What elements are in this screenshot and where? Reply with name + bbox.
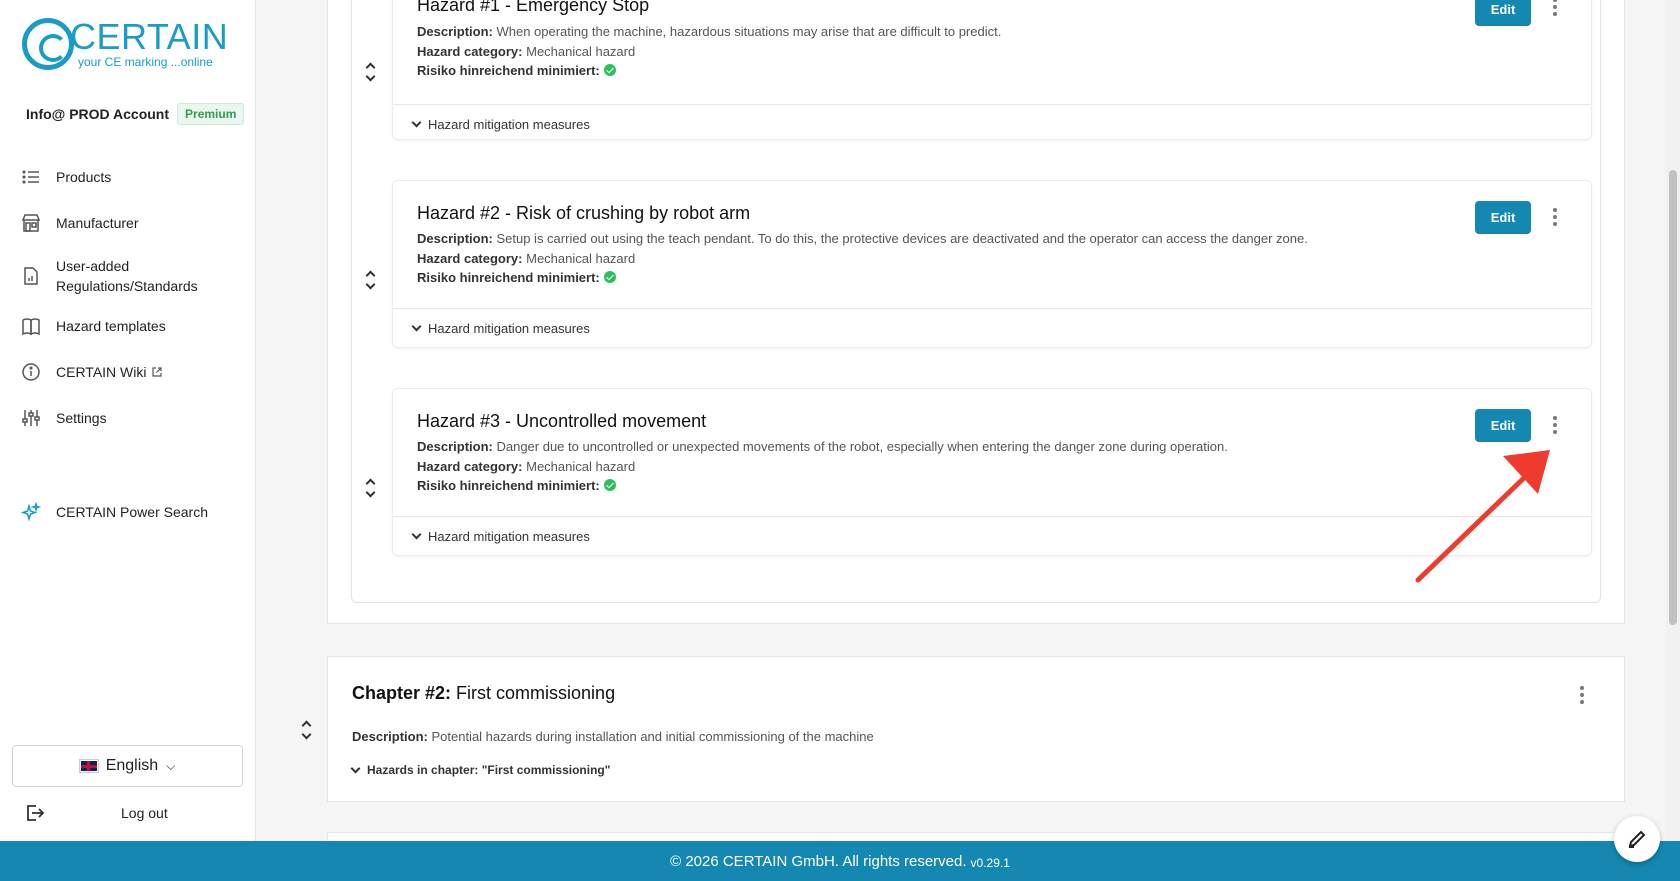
account-info: Info@ PROD Account Premium [26,103,245,125]
hazard-category: Hazard category: Mechanical hazard [417,459,636,474]
hazard-card-3: Hazard #3 - Uncontrolled movement Descri… [392,388,1592,556]
hazard-title: Hazard #2 - Risk of crushing by robot ar… [417,203,751,223]
feedback-button[interactable] [1614,816,1660,862]
hazard-title: Hazard #3 - Uncontrolled movement [417,411,707,431]
logout-button[interactable]: Log out [24,800,239,826]
mitigation-label: Hazard mitigation measures [428,320,590,336]
certain-logo-icon [22,18,74,70]
more-options-icon[interactable] [1549,205,1561,229]
list-icon [20,166,42,188]
sidebar-item-regulations[interactable]: User-added Regulations/Standards [20,256,240,296]
chevron-down-icon [350,763,361,773]
chapter-card-3 [327,832,1625,841]
edit-button[interactable]: Edit [1475,201,1531,234]
sidebar-item-label: CERTAIN Wiki [56,364,147,380]
app-version: v0.29.1 [970,855,1010,870]
chevron-down-icon [411,529,422,539]
hazard-mitigation-toggle[interactable]: Hazard mitigation measures [393,517,1591,555]
reorder-handle[interactable] [363,478,377,498]
hazard-mitigation-toggle[interactable]: Hazard mitigation measures [393,105,1591,143]
chevron-down-icon [411,117,422,127]
book-icon [20,315,42,337]
brand-tagline: your CE marking ...online [78,55,213,69]
hazard-mitigation-toggle[interactable]: Hazard mitigation measures [393,309,1591,347]
hazard-description: Description: When operating the machine,… [417,24,1002,39]
logout-icon [27,805,45,821]
sidebar-item-power-search[interactable]: CERTAIN Power Search [20,501,240,523]
hazard-category: Hazard category: Mechanical hazard [417,251,636,266]
hazard-description: Description: Danger due to uncontrolled … [417,439,1228,454]
plan-badge: Premium [177,103,245,125]
chapter-title: Chapter #2: First commissioning [352,683,616,703]
sliders-icon [20,407,42,429]
hazard-title: Hazard #1 - Emergency Stop [417,0,650,15]
hazard-card-1: Hazard #1 - Emergency Stop Description: … [392,0,1592,140]
mitigation-label: Hazard mitigation measures [428,116,590,132]
reorder-handle[interactable] [299,720,313,740]
sidebar-item-products[interactable]: Products [20,166,240,188]
uk-flag-icon [78,759,99,773]
sidebar-item-label: CERTAIN Power Search [56,504,208,520]
chapter-description: Description: Potential hazards during in… [352,729,874,744]
check-circle-icon [603,271,616,283]
edit-button[interactable]: Edit [1475,0,1531,26]
chapter-hazards-label: Hazards in chapter: "First commissioning… [367,763,611,777]
edit-button[interactable]: Edit [1475,409,1531,442]
check-circle-icon [603,64,616,76]
chevron-down-icon: ⌵ [166,758,176,773]
sidebar-item-wiki[interactable]: CERTAIN Wiki [20,361,240,383]
logout-label: Log out [121,805,168,821]
sidebar-item-label: Settings [56,410,107,426]
hazard-risk-status: Risiko hinreichend minimiert: [417,270,616,285]
document-chart-icon [20,265,42,287]
hazard-description: Description: Setup is carried out using … [417,231,1308,246]
more-options-icon[interactable] [1549,413,1561,437]
certain-logo[interactable]: CERTAIN your CE marking ...online [22,18,228,70]
page-scrollbar[interactable] [1666,0,1680,841]
hazard-risk-status: Risiko hinreichend minimiert: [417,63,616,78]
brand-name: CERTAIN [70,16,229,57]
chevron-down-icon [411,321,422,331]
sidebar-item-label: Products [56,169,112,185]
external-link-icon [152,367,163,377]
sidebar-item-label: User-added Regulations/Standards [56,258,198,294]
main-content: Hazard #1 - Emergency Stop Description: … [256,0,1666,841]
more-options-icon[interactable] [1576,683,1588,707]
sidebar: CERTAIN your CE marking ...online Info@ … [0,0,256,841]
store-icon [20,212,42,234]
mitigation-label: Hazard mitigation measures [428,528,590,544]
scrollbar-thumb[interactable] [1669,170,1677,625]
sidebar-item-label: Manufacturer [56,215,139,231]
pen-icon [1628,830,1646,848]
language-label: English [105,757,159,774]
footer-copyright: © 2026 CERTAIN GmbH. All rights reserved… [670,852,967,870]
sparkles-icon [20,501,42,523]
sidebar-item-settings[interactable]: Settings [20,407,240,429]
sidebar-item-label: Hazard templates [56,318,166,334]
hazard-risk-status: Risiko hinreichend minimiert: [417,478,616,493]
reorder-handle[interactable] [363,62,377,82]
account-name: Info@ PROD Account [26,106,170,122]
hazard-category: Hazard category: Mechanical hazard [417,44,636,59]
language-select[interactable]: English ⌵ [12,745,243,787]
chapter-hazards-toggle[interactable]: Hazards in chapter: "First commissioning… [350,763,611,777]
sidebar-item-manufacturer[interactable]: Manufacturer [20,212,240,234]
hazard-card-2: Hazard #2 - Risk of crushing by robot ar… [392,180,1592,348]
reorder-handle[interactable] [363,270,377,290]
info-icon [20,361,42,383]
page-footer: © 2026 CERTAIN GmbH. All rights reserved… [0,841,1680,881]
more-options-icon[interactable] [1549,0,1561,19]
sidebar-item-hazard-templates[interactable]: Hazard templates [20,315,240,337]
check-circle-icon [603,479,616,491]
chapter-card-2: Chapter #2: First commissioning Descript… [327,656,1625,802]
